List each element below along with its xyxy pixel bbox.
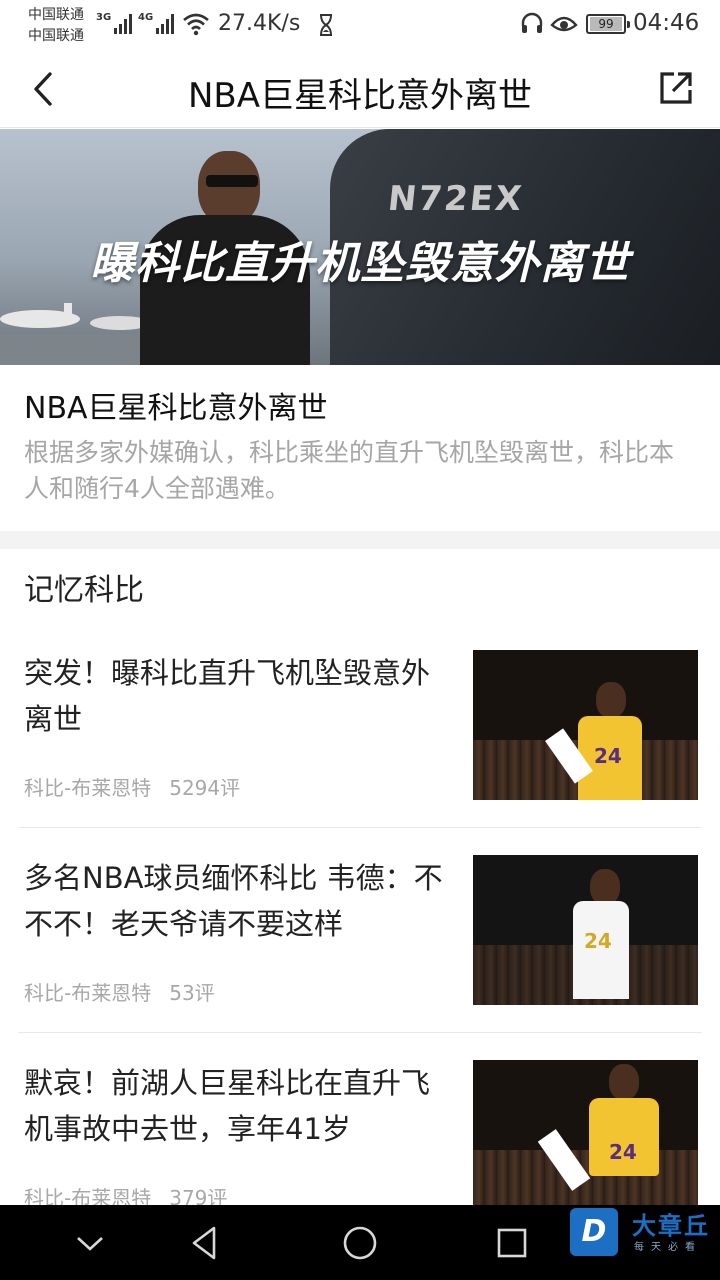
hide-nav-chevron-icon[interactable] xyxy=(70,1223,110,1263)
carrier-1: 中国联通 xyxy=(28,7,84,23)
back-triangle-icon[interactable] xyxy=(186,1223,226,1263)
signal-icon-4g: 4G xyxy=(138,12,175,34)
wifi-icon xyxy=(183,13,209,36)
jets-background-image xyxy=(0,303,160,365)
carrier-info: 中国联通 中国联通 xyxy=(28,5,84,47)
topic-title: NBA巨星科比意外离世 xyxy=(24,391,328,426)
news-source: 科比-布莱恩特 xyxy=(24,981,152,1005)
tail-number: N72EX xyxy=(385,179,526,219)
news-comments: 5294评 xyxy=(169,776,241,800)
network-speed: 27.4K/s xyxy=(218,11,301,36)
banner-caption: 曝科比直升机坠毁意外离世 xyxy=(90,238,630,289)
headset-icon xyxy=(521,12,543,33)
divider xyxy=(18,827,702,828)
home-circle-icon[interactable] xyxy=(340,1223,380,1263)
watermark-badge: D xyxy=(570,1208,618,1256)
watermark-slogan: 每天必看 xyxy=(634,1242,702,1253)
signal-icon-3g: 3G xyxy=(96,12,133,34)
news-title[interactable]: 突发！曝科比直升飞机坠毁意外离世 xyxy=(24,650,444,742)
news-thumbnail[interactable]: 24 xyxy=(473,855,698,1005)
news-meta: 科比-布莱恩特 5294评 xyxy=(24,772,240,801)
section-divider xyxy=(0,531,720,549)
jersey-number: 24 xyxy=(609,1140,637,1164)
app-header: NBA巨星科比意外离世 xyxy=(0,50,720,128)
watermark-logo: D 大章丘 每天必看 xyxy=(570,1206,720,1258)
news-thumbnail[interactable]: 24 xyxy=(473,1060,698,1210)
kobe-head xyxy=(198,151,260,225)
back-arrow-icon[interactable] xyxy=(28,70,62,108)
news-meta: 科比-布莱恩特 53评 xyxy=(24,977,215,1006)
news-source: 科比-布莱恩特 xyxy=(24,776,152,800)
clock: 04:46 xyxy=(633,10,700,36)
topic-description: 根据多家外媒确认，科比乘坐的直升飞机坠毁离世，科比本人和随行4人全部遇难。 xyxy=(24,438,675,503)
news-title[interactable]: 多名NBA球员缅怀科比 韦德：不不不！老天爷请不要这样 xyxy=(24,855,444,947)
network-type-1: 3G xyxy=(96,12,112,23)
divider xyxy=(18,1032,702,1033)
recents-square-icon[interactable] xyxy=(492,1223,532,1263)
battery-icon: 99 xyxy=(586,14,630,34)
news-item-2[interactable]: 多名NBA球员缅怀科比 韦德：不不不！老天爷请不要这样 科比-布莱恩特 53评 2… xyxy=(18,855,702,1060)
network-type-2: 4G xyxy=(138,12,154,23)
jersey-number: 24 xyxy=(594,744,622,768)
watermark-brand: 大章丘 xyxy=(632,1212,710,1240)
battery-level: 99 xyxy=(590,17,622,31)
section-title: 记忆科比 xyxy=(24,573,144,608)
share-icon[interactable] xyxy=(658,70,694,106)
topic-banner[interactable]: N72EX 曝科比直升机坠毁意外离世 xyxy=(0,129,720,365)
news-thumbnail[interactable]: 24 xyxy=(473,650,698,800)
topic-summary: NBA巨星科比意外离世 根据多家外媒确认，科比乘坐的直升飞机坠毁离世，科比本人和… xyxy=(0,365,720,531)
jersey-number: 24 xyxy=(584,929,612,953)
hourglass-icon xyxy=(320,14,332,36)
eye-icon xyxy=(550,16,578,32)
status-bar: 中国联通 中国联通 3G 4G 27.4K/s 99 04:46 xyxy=(0,0,720,50)
page-title: NBA巨星科比意外离世 xyxy=(187,76,533,116)
news-title[interactable]: 默哀！前湖人巨星科比在直升飞机事故中去世，享年41岁 xyxy=(24,1060,444,1152)
carrier-2: 中国联通 xyxy=(28,28,84,44)
news-comments: 53评 xyxy=(169,981,215,1005)
news-item-1[interactable]: 突发！曝科比直升飞机坠毁意外离世 科比-布莱恩特 5294评 24 xyxy=(18,650,702,855)
sunglasses xyxy=(206,175,258,187)
